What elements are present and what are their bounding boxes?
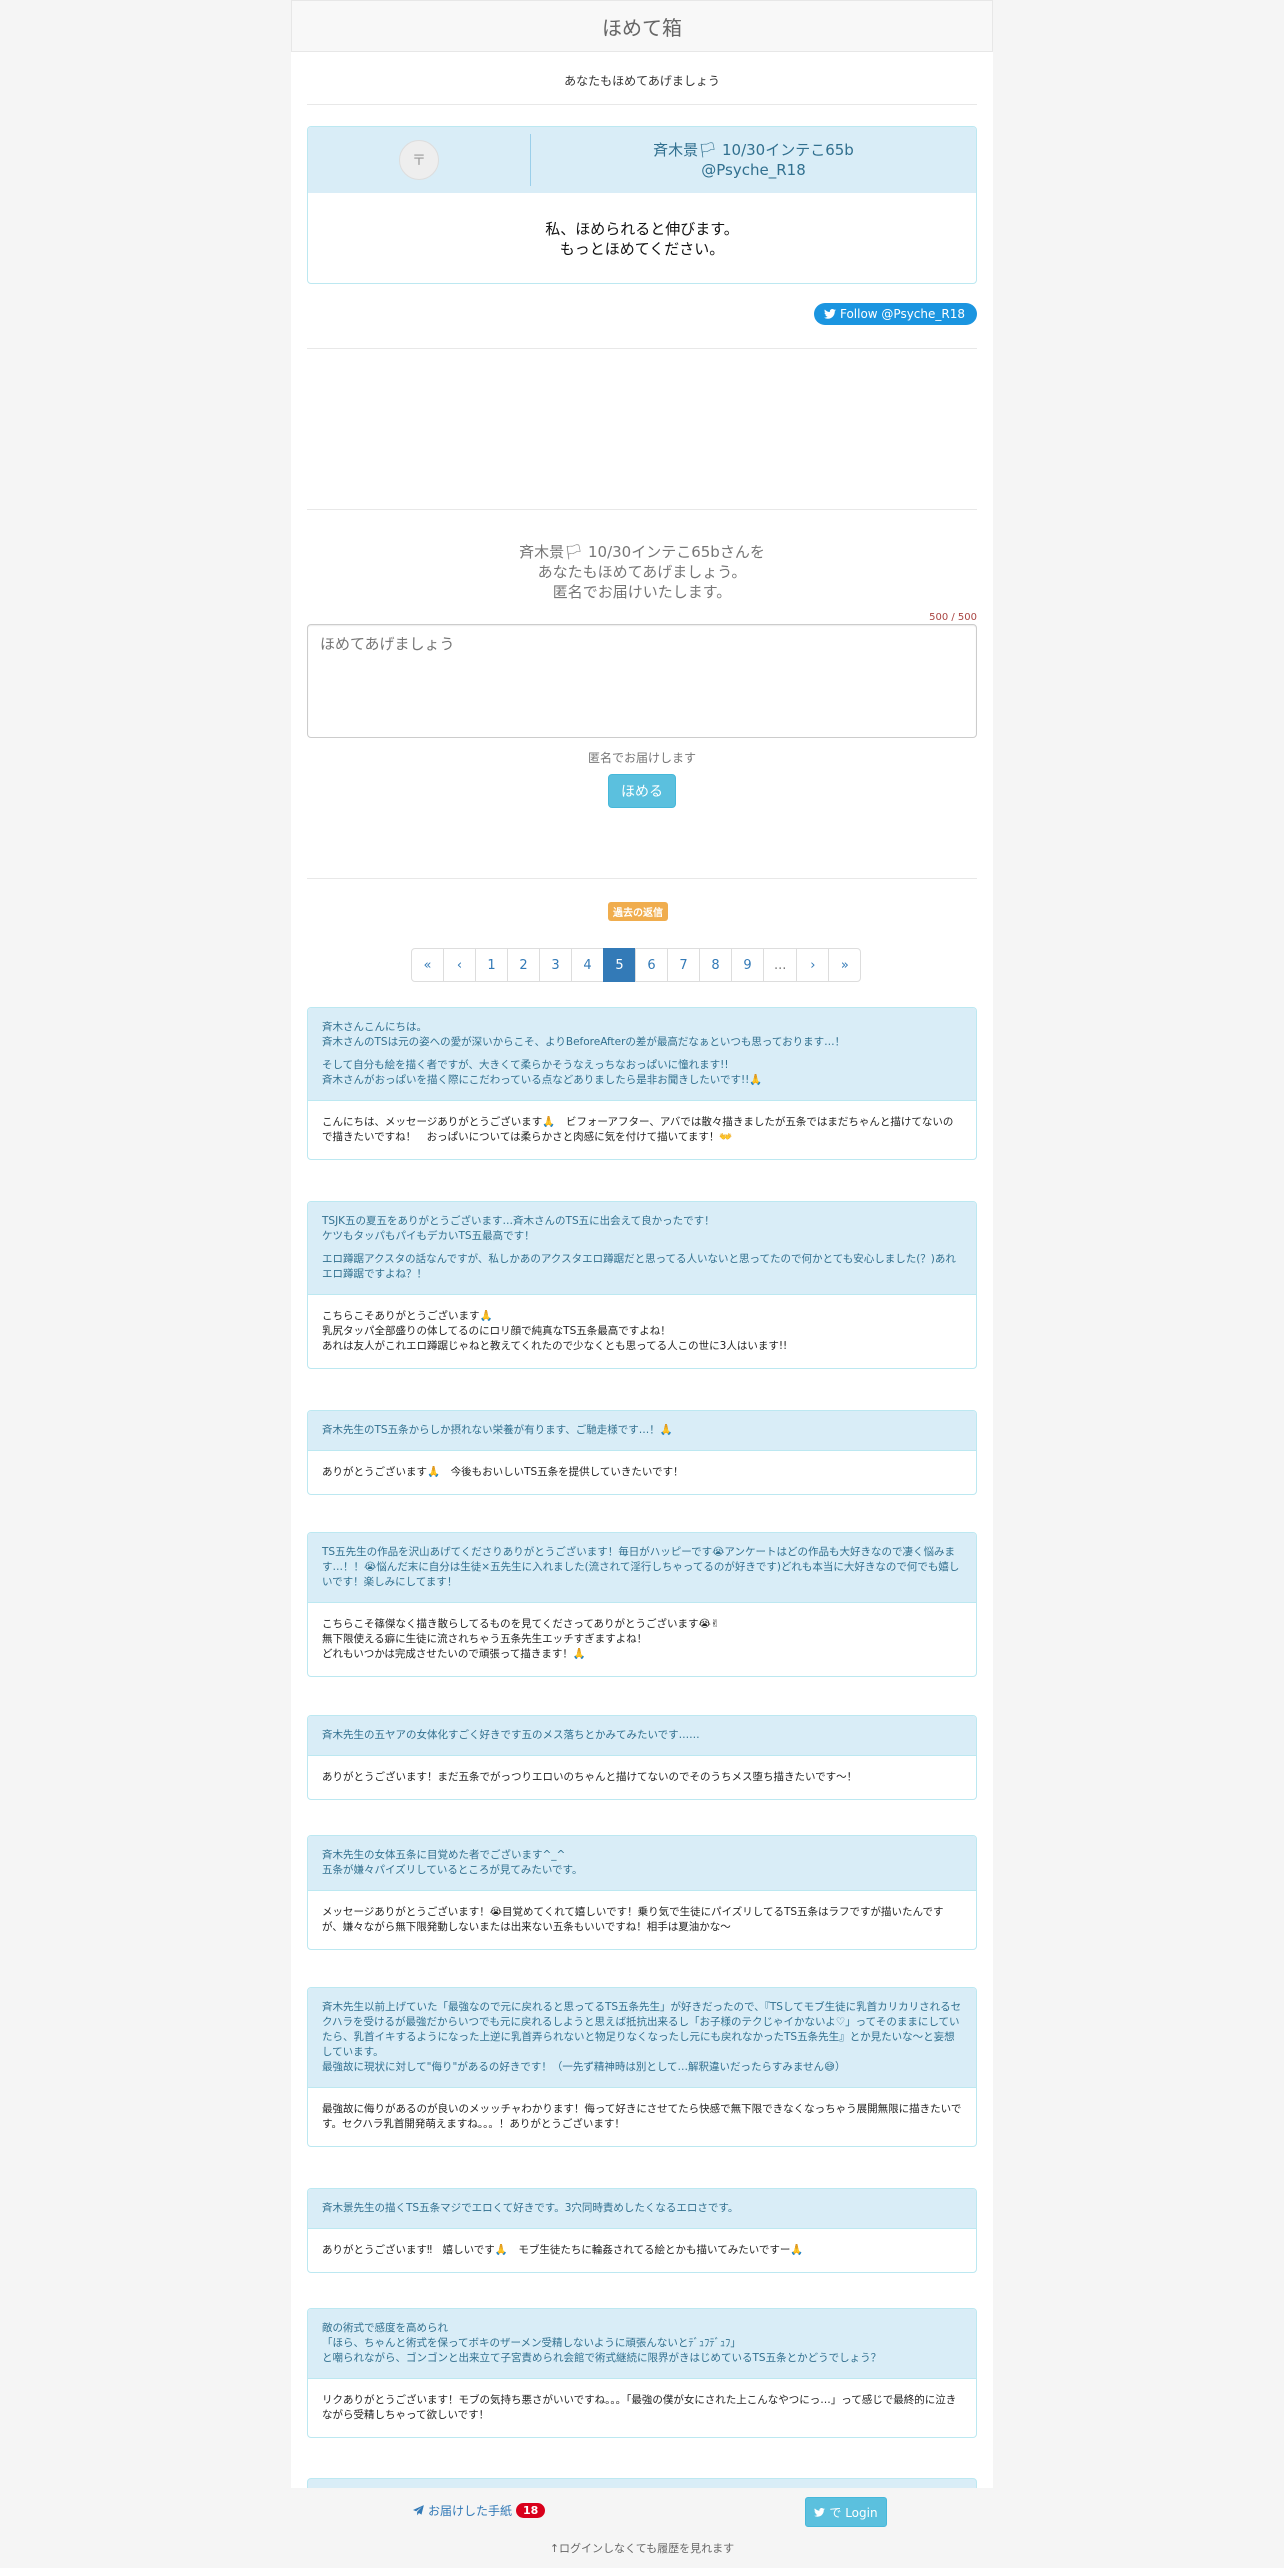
paper-plane-icon	[413, 2505, 424, 2516]
compose-intro-line: 匿名でお届けいたします。	[552, 583, 732, 601]
history-label: 過去の返信	[608, 902, 668, 921]
login-label: で Login	[829, 2505, 878, 2520]
pagination: «‹ 1 2 3 4 5 6 7 8 9... ›»	[411, 948, 862, 982]
profile-name: 斉木景🏳 10/30インテこ65b	[653, 141, 854, 159]
page-link[interactable]: 4	[571, 948, 604, 982]
letter-answer: リクありがとうございます！モブの気持ち悪さがいいですね。。。「最強の僕が女にされ…	[322, 2394, 957, 2421]
letter-answer: ありがとうございます‼ 嬉しいです🙏 モブ生徒たちに輪姦されてる絵とかも描いてみ…	[322, 2244, 804, 2256]
page-header: ほめて箱	[291, 0, 993, 52]
letter-question-paragraph: 斉木さんこんにちは。 斉木さんのTSは元の姿への愛が深いからこそ、よりBefor…	[322, 1021, 846, 1048]
profile-header: 〒 斉木景🏳 10/30インテこ65b @Psyche_R18	[308, 127, 976, 193]
sent-letters-link[interactable]: お届けした手紙 18	[413, 2502, 546, 2519]
char-counter: 500 / 500	[929, 612, 977, 623]
submit-praise-button[interactable]: ほめる	[608, 774, 676, 808]
avatar-glyph: 〒	[412, 153, 426, 169]
letter-question: 斉木先生の女体五条に目覚めた者でございます^_^ 五条が嫌々パイズリしているとこ…	[308, 1836, 976, 1891]
letter-question: 斉木先生の五ヤアの女体化すごく好きです五のメス落ちとかみてみたいです……	[308, 1716, 976, 1756]
letter-answer: こちらこそ篠傑なく描き散らしてるものを見てくださってありがとうございます😭✌ 無…	[322, 1618, 720, 1660]
page-link[interactable]: 1	[475, 948, 508, 982]
profile-message-line: もっとほめてください。	[559, 240, 725, 258]
twitter-follow-button[interactable]: Follow @Psyche_R18	[813, 303, 977, 325]
letter-card: 斉木先生の女体五条に目覚めた者でございます^_^ 五条が嫌々パイズリしているとこ…	[307, 1835, 977, 1950]
page-link[interactable]: «	[411, 948, 444, 982]
tagline: あなたもほめてあげましょう	[564, 74, 720, 88]
letter-question-paragraph: 斉木景先生の描くTS五条マジでエロくて好きです。3穴同時責めしたくなるエロさです…	[322, 2202, 739, 2214]
letter-card: 斉木さんこんにちは。 斉木さんのTSは元の姿への愛が深いからこそ、よりBefor…	[307, 1007, 977, 1160]
avatar[interactable]: 〒	[399, 140, 439, 180]
twitter-login-button[interactable]: で Login	[805, 2497, 887, 2527]
compose-intro-line: 斉木景🏳 10/30インテこ65bさんを	[519, 543, 765, 561]
letter-card: 斉木先生の五ヤアの女体化すごく好きです五のメス落ちとかみてみたいです…… ありがと…	[307, 1715, 977, 1800]
compose-intro: 斉木景🏳 10/30インテこ65bさんを あなたもほめてあげましょう。 匿名でお…	[291, 542, 993, 602]
page-link[interactable]: 6	[635, 948, 668, 982]
letter-card	[307, 2478, 977, 2488]
profile-message: 私、ほめられると伸びます。 もっとほめてください。	[308, 193, 976, 283]
page-link[interactable]: 8	[699, 948, 732, 982]
letter-question-paragraph: そして自分も絵を描く者ですが、大きくて柔らかそうなえっちなおっぱいに憧れます!!…	[322, 1059, 763, 1086]
letter-question-paragraph: 斉木先生の五ヤアの女体化すごく好きです五のメス落ちとかみてみたいです……	[322, 1729, 700, 1741]
page-link[interactable]: 2	[507, 948, 540, 982]
letter-card: 斉木景先生の描くTS五条マジでエロくて好きです。3穴同時責めしたくなるエロさです…	[307, 2188, 977, 2273]
letter-question: TS五先生の作品を沢山あげてくださりありがとうございます！毎日がハッピーです😭ア…	[308, 1533, 976, 1603]
follow-label: Follow @Psyche_R18	[839, 307, 965, 321]
letter-answer: 最強故に侮りがあるのが良いのメッッチャわかります！侮って好きにさせてたら快感で無…	[322, 2103, 962, 2130]
profile-name-block: 斉木景🏳 10/30インテこ65b @Psyche_R18	[531, 140, 976, 180]
profile-panel: 〒 斉木景🏳 10/30インテこ65b @Psyche_R18 私、ほめられると…	[307, 126, 977, 284]
page-title: ほめて箱	[602, 15, 682, 40]
divider	[307, 104, 977, 105]
letter-question-paragraph: TSJK五の夏五をありがとうございます…斉木さんのTS五に出会えて良かったです！…	[322, 1215, 715, 1242]
profile-message-line: 私、ほめられると伸びます。	[545, 220, 739, 238]
letter-card: 斉木先生以前上げていた「最強なので元に戻れると思ってるTS五条先生」が好きだった…	[307, 1987, 977, 2147]
twitter-bird-icon	[814, 2507, 826, 2517]
letter-question: 斉木景先生の描くTS五条マジでエロくて好きです。3穴同時責めしたくなるエロさです…	[308, 2189, 976, 2229]
page-link[interactable]: ‹	[443, 948, 476, 982]
letter-answer: こんにちは、メッセージありがとうございます🙏 ビフォーアフター、アバでは散々描き…	[322, 1116, 954, 1143]
letter-question: 敵の術式で感度を高められ 「ほら、ちゃんと術式を保ってボキのザーメン受精しないよ…	[308, 2309, 976, 2379]
avatar-wrap: 〒	[308, 134, 531, 186]
divider	[307, 509, 977, 510]
letter-question-paragraph: 敵の術式で感度を高められ 「ほら、ちゃんと術式を保ってボキのザーメン受精しないよ…	[322, 2322, 882, 2364]
twitter-bird-icon	[823, 309, 836, 319]
letter-question-paragraph: 斉木先生のTS五条からしか摂れない栄養が有ります、ご馳走様です…！🙏	[322, 1424, 673, 1436]
letter-question-paragraph: 斉木先生の女体五条に目覚めた者でございます^_^ 五条が嫌々パイズリしているとこ…	[322, 1849, 583, 1876]
divider	[307, 878, 977, 879]
compose-intro-line: あなたもほめてあげましょう。	[537, 563, 747, 581]
letter-card: 敵の術式で感度を高められ 「ほら、ちゃんと術式を保ってボキのザーメン受精しないよ…	[307, 2308, 977, 2438]
main-container: ほめて箱 あなたもほめてあげましょう 〒 斉木景🏳 10/30インテこ65b @…	[291, 0, 993, 2488]
praise-textarea[interactable]	[307, 624, 977, 738]
letter-question: 斉木先生以前上げていた「最強なので元に戻れると思ってるTS五条先生」が好きだった…	[308, 1988, 976, 2088]
letter-question: TSJK五の夏五をありがとうございます…斉木さんのTS五に出会えて良かったです！…	[308, 1202, 976, 1295]
page-link[interactable]: 5	[603, 948, 636, 982]
profile-handle[interactable]: @Psyche_R18	[531, 160, 976, 180]
letter-question-paragraph: TS五先生の作品を沢山あげてくださりありがとうございます！毎日がハッピーです😭ア…	[322, 1546, 960, 1588]
page-link[interactable]: ›	[796, 948, 830, 982]
page-link: ...	[763, 948, 798, 982]
letter-answer: こちらこそありがとうございます🙏 乳尻タッパ全部盛りの体してるのにロリ顔で純真な…	[322, 1310, 788, 1352]
sent-letters-label: お届けした手紙	[428, 2504, 513, 2518]
login-note: ↑ログインしなくても履歴を見れます	[549, 2542, 735, 2555]
page-link[interactable]: »	[828, 948, 862, 982]
page-link[interactable]: 3	[539, 948, 572, 982]
anonymous-note: 匿名でお届けします	[587, 751, 696, 765]
letter-question: 斉木先生のTS五条からしか摂れない栄養が有ります、ご馳走様です…！🙏	[308, 1411, 976, 1451]
page-link[interactable]: 9	[731, 948, 764, 982]
letter-question: 斉木さんこんにちは。 斉木さんのTSは元の姿への愛が深いからこそ、よりBefor…	[308, 1008, 976, 1101]
letter-question-paragraph: 斉木先生以前上げていた「最強なので元に戻れると思ってるTS五条先生」が好きだった…	[322, 2001, 962, 2073]
letter-question-paragraph: エロ蹲踞アクスタの話なんですが、私しかあのアクスタエロ蹲踞だと思ってる人いないと…	[322, 1253, 956, 1280]
letter-card: TS五先生の作品を沢山あげてくださりありがとうございます！毎日がハッピーです😭ア…	[307, 1532, 977, 1677]
page-link[interactable]: 7	[667, 948, 700, 982]
sent-letters-count: 18	[516, 2503, 546, 2518]
letter-card: TSJK五の夏五をありがとうございます…斉木さんのTS五に出会えて良かったです！…	[307, 1201, 977, 1369]
footer-bar	[0, 2488, 1284, 2568]
letter-answer: ありがとうございます！まだ五条でがっつりエロいのちゃんと描けてないのでそのうちメ…	[322, 1771, 858, 1783]
divider	[307, 348, 977, 349]
letter-answer: ありがとうございます🙏 今後もおいしいTS五条を提供していきたいです！	[322, 1466, 684, 1478]
letter-card: 斉木先生のTS五条からしか摂れない栄養が有ります、ご馳走様です…！🙏 ありがとうご…	[307, 1410, 977, 1495]
letter-answer: メッセージありがとうございます！😭目覚めてくれて嬉しいです！乗り気で生徒にパイズ…	[322, 1906, 944, 1933]
